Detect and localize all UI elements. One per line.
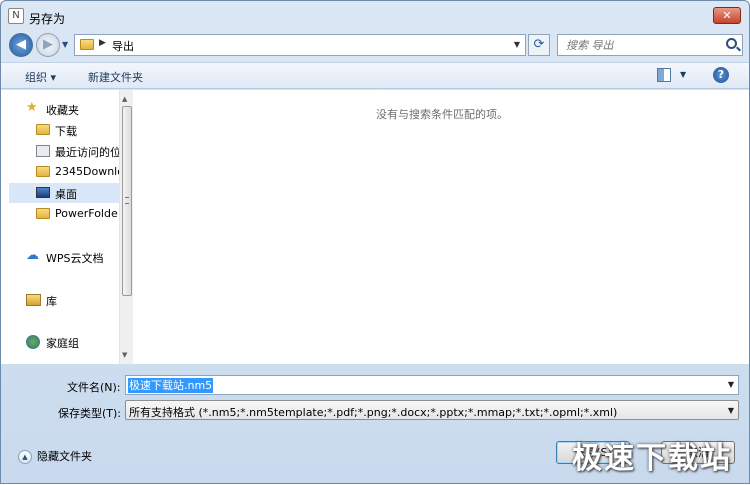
download-folder-icon <box>36 124 50 135</box>
recent-pages-dropdown-icon[interactable]: ▼ <box>62 40 68 49</box>
forward-button[interactable]: ▶ <box>36 33 60 57</box>
empty-results-message: 没有与搜索条件匹配的项。 <box>376 108 508 121</box>
folder-icon <box>80 39 94 50</box>
address-dropdown-icon[interactable]: ▼ <box>514 40 520 49</box>
dialog-title: 另存为 <box>29 12 66 26</box>
folder-icon <box>36 166 50 177</box>
hide-folders-toggle[interactable]: ▲ 隐藏文件夹 <box>18 448 92 464</box>
filetype-value: 所有支持格式 (*.nm5;*.nm5template;*.pdf;*.png;… <box>129 406 618 419</box>
search-box[interactable] <box>557 34 743 56</box>
view-options-dropdown-icon[interactable]: ▼ <box>680 70 686 79</box>
folder-icon <box>36 208 50 219</box>
nav-item-label: 2345Downlo <box>55 165 119 178</box>
nav-libraries-label: 库 <box>46 295 57 308</box>
homegroup-icon <box>26 335 40 349</box>
address-bar[interactable]: ▶ 导出 ▼ <box>74 34 526 56</box>
nav-wps-cloud-label: WPS云文档 <box>46 252 104 265</box>
nav-item-label: 桌面 <box>55 188 77 201</box>
nav-item-downloads[interactable]: 下载 <box>9 120 119 140</box>
browser-area: ★ 收藏夹 下载 最近访问的位 2345Downlo 桌面 PowerFolde… <box>1 90 749 364</box>
change-view-icon[interactable] <box>657 68 671 82</box>
nav-libraries[interactable]: 库 <box>9 290 119 310</box>
cloud-icon: ☁ <box>26 248 39 263</box>
back-button[interactable]: ◀ <box>9 33 33 57</box>
nav-item-2345downloads[interactable]: 2345Downlo <box>9 162 119 182</box>
nav-wps-cloud[interactable]: ☁ WPS云文档 <box>9 247 119 267</box>
scroll-down-icon[interactable]: ▼ <box>122 351 127 359</box>
nav-item-powerfolder[interactable]: PowerFolde <box>9 204 119 224</box>
filename-value[interactable]: 极速下载站.nm5 <box>128 378 214 393</box>
desktop-icon <box>36 187 50 198</box>
help-icon[interactable]: ? <box>713 67 729 83</box>
filename-label: 文件名(N): <box>67 381 121 394</box>
navigation-scrollbar[interactable]: ▲ ▼ <box>119 90 133 364</box>
save-as-dialog: N 另存为 ✕ ◀ ▶ ▼ ▶ 导出 ▼ ⟳ 组织 ▾ 新建文件夹 ▼ ? ★ … <box>0 0 750 484</box>
nav-item-label: 最近访问的位 <box>55 146 119 159</box>
star-icon: ★ <box>26 100 38 115</box>
breadcrumb-current[interactable]: 导出 <box>112 38 134 54</box>
nav-item-desktop[interactable]: 桌面 <box>9 183 119 203</box>
filename-field[interactable]: 极速下载站.nm5 ▼ <box>125 375 739 395</box>
filetype-label: 保存类型(T): <box>58 407 122 420</box>
filetype-dropdown-icon[interactable]: ▼ <box>728 406 734 415</box>
nav-item-label: PowerFolde <box>55 207 118 220</box>
navigation-bar: ◀ ▶ ▼ ▶ 导出 ▼ ⟳ <box>1 31 749 59</box>
site-watermark: 极速下载站 <box>572 441 732 476</box>
refresh-button[interactable]: ⟳ <box>528 34 550 56</box>
new-folder-button[interactable]: 新建文件夹 <box>88 69 143 85</box>
nav-favorites-label: 收藏夹 <box>46 104 79 117</box>
nav-item-label: 下载 <box>55 125 77 138</box>
close-button[interactable]: ✕ <box>713 7 741 24</box>
breadcrumb-separator-icon[interactable]: ▶ <box>99 38 106 48</box>
library-icon <box>26 294 41 306</box>
collapse-icon[interactable]: ▲ <box>18 450 32 464</box>
filename-dropdown-icon[interactable]: ▼ <box>728 380 734 389</box>
search-icon[interactable] <box>726 38 737 49</box>
search-input[interactable] <box>566 38 716 52</box>
grip-icon <box>125 197 129 204</box>
command-toolbar: 组织 ▾ 新建文件夹 ▼ ? <box>1 62 749 89</box>
file-list-pane[interactable]: 没有与搜索条件匹配的项。 <box>135 90 749 364</box>
hide-folders-label: 隐藏文件夹 <box>37 450 92 463</box>
recent-places-icon <box>36 145 50 157</box>
nav-favorites[interactable]: ★ 收藏夹 <box>9 99 119 119</box>
nav-homegroup-label: 家庭组 <box>46 337 79 350</box>
scrollbar-thumb[interactable] <box>122 106 132 296</box>
navigation-pane: ★ 收藏夹 下载 最近访问的位 2345Downlo 桌面 PowerFolde… <box>9 90 119 364</box>
nav-homegroup[interactable]: 家庭组 <box>9 332 119 352</box>
organize-button[interactable]: 组织 ▾ <box>25 69 56 85</box>
scroll-up-icon[interactable]: ▲ <box>122 95 127 103</box>
app-icon: N <box>8 8 24 24</box>
filetype-select[interactable]: 所有支持格式 (*.nm5;*.nm5template;*.pdf;*.png;… <box>125 400 739 420</box>
title-bar: N 另存为 ✕ <box>1 1 749 31</box>
nav-item-recent[interactable]: 最近访问的位 <box>9 141 119 161</box>
